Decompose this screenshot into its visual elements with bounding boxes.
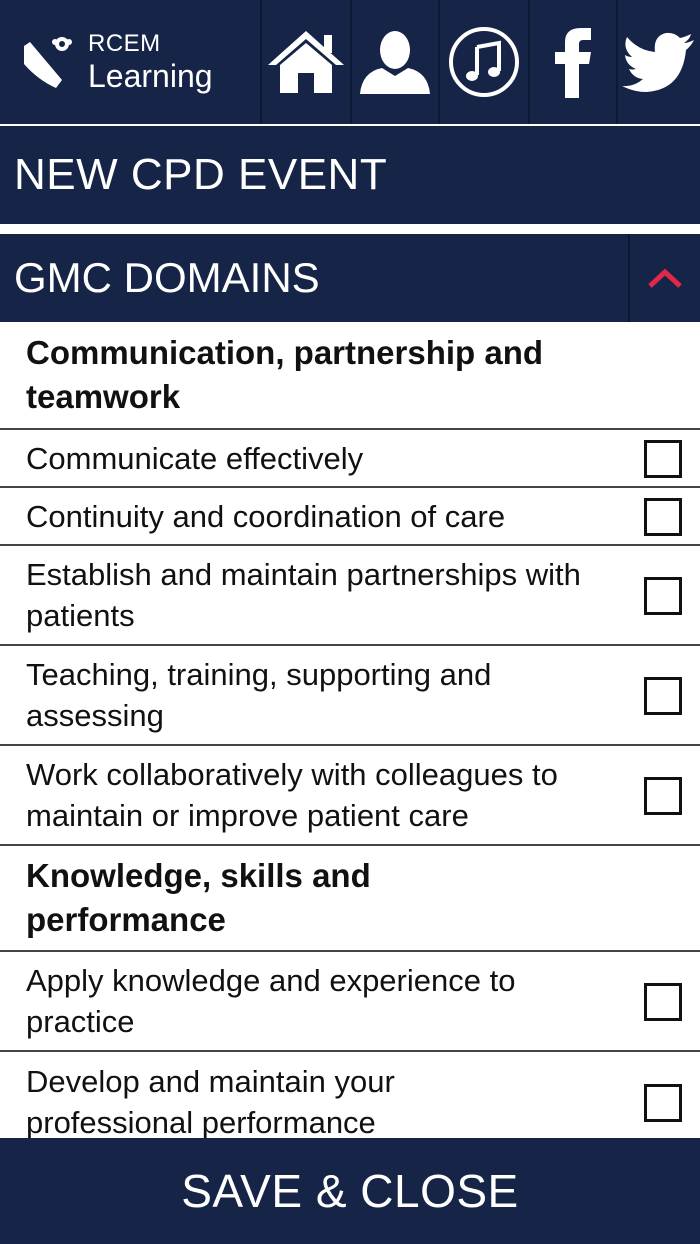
checkbox[interactable] xyxy=(644,983,682,1021)
item-label: Teaching, training, supporting and asses… xyxy=(26,657,492,733)
top-navigation-bar: RCEM Learning xyxy=(0,0,700,124)
list-item[interactable]: Establish and maintain partnerships with… xyxy=(0,546,700,646)
save-close-label: SAVE & CLOSE xyxy=(181,1165,519,1217)
rcem-learning-logo[interactable]: RCEM Learning xyxy=(0,0,262,124)
item-label: Establish and maintain partnerships with… xyxy=(26,557,581,633)
list-item[interactable]: Work collaboratively with colleagues to … xyxy=(0,746,700,846)
checkbox[interactable] xyxy=(644,577,682,615)
list-item[interactable]: Apply knowledge and experience to practi… xyxy=(0,952,700,1052)
facebook-button[interactable] xyxy=(530,0,618,124)
music-button[interactable] xyxy=(440,0,530,124)
gmc-domains-header[interactable]: GMC DOMAINS xyxy=(0,234,700,322)
item-label: Continuity and coordination of care xyxy=(26,498,506,534)
home-button[interactable] xyxy=(262,0,352,124)
list-item[interactable]: Develop and maintain your professional p… xyxy=(0,1052,700,1138)
profile-icon xyxy=(360,31,430,94)
item-label: Work collaboratively with colleagues to … xyxy=(26,757,558,833)
rcem-logo-icon xyxy=(24,37,72,88)
facebook-icon xyxy=(555,28,591,98)
checkbox[interactable] xyxy=(644,677,682,715)
group-title: Knowledge, skills and performance xyxy=(26,857,371,938)
list-item[interactable]: Teaching, training, supporting and asses… xyxy=(0,646,700,746)
checkbox[interactable] xyxy=(644,1084,682,1122)
home-icon xyxy=(268,31,344,93)
checkbox[interactable] xyxy=(644,440,682,478)
music-icon xyxy=(449,27,519,97)
checkbox[interactable] xyxy=(644,498,682,536)
collapse-toggle[interactable] xyxy=(628,234,700,322)
twitter-button[interactable] xyxy=(618,0,700,124)
group-header: Knowledge, skills and performance xyxy=(0,846,700,952)
profile-button[interactable] xyxy=(352,0,440,124)
domain-list: Communication, partnership and teamwork … xyxy=(0,322,700,1138)
save-close-button[interactable]: SAVE & CLOSE xyxy=(0,1138,700,1244)
section-title: GMC DOMAINS xyxy=(14,254,320,301)
item-label: Apply knowledge and experience to practi… xyxy=(26,963,516,1039)
chevron-up-icon xyxy=(648,268,682,288)
list-item[interactable]: Continuity and coordination of care xyxy=(0,488,700,546)
brand-line-2: Learning xyxy=(88,58,213,94)
item-label: Develop and maintain your professional p… xyxy=(26,1064,395,1138)
page-title-bar: NEW CPD EVENT xyxy=(0,126,700,224)
twitter-icon xyxy=(622,32,694,92)
brand-line-1: RCEM xyxy=(88,30,161,57)
group-header: Communication, partnership and teamwork xyxy=(0,322,700,430)
item-label: Communicate effectively xyxy=(26,440,364,476)
checkbox[interactable] xyxy=(644,777,682,815)
group-title: Communication, partnership and teamwork xyxy=(26,334,544,415)
list-item[interactable]: Communicate effectively xyxy=(0,430,700,488)
page-title: NEW CPD EVENT xyxy=(14,150,388,199)
